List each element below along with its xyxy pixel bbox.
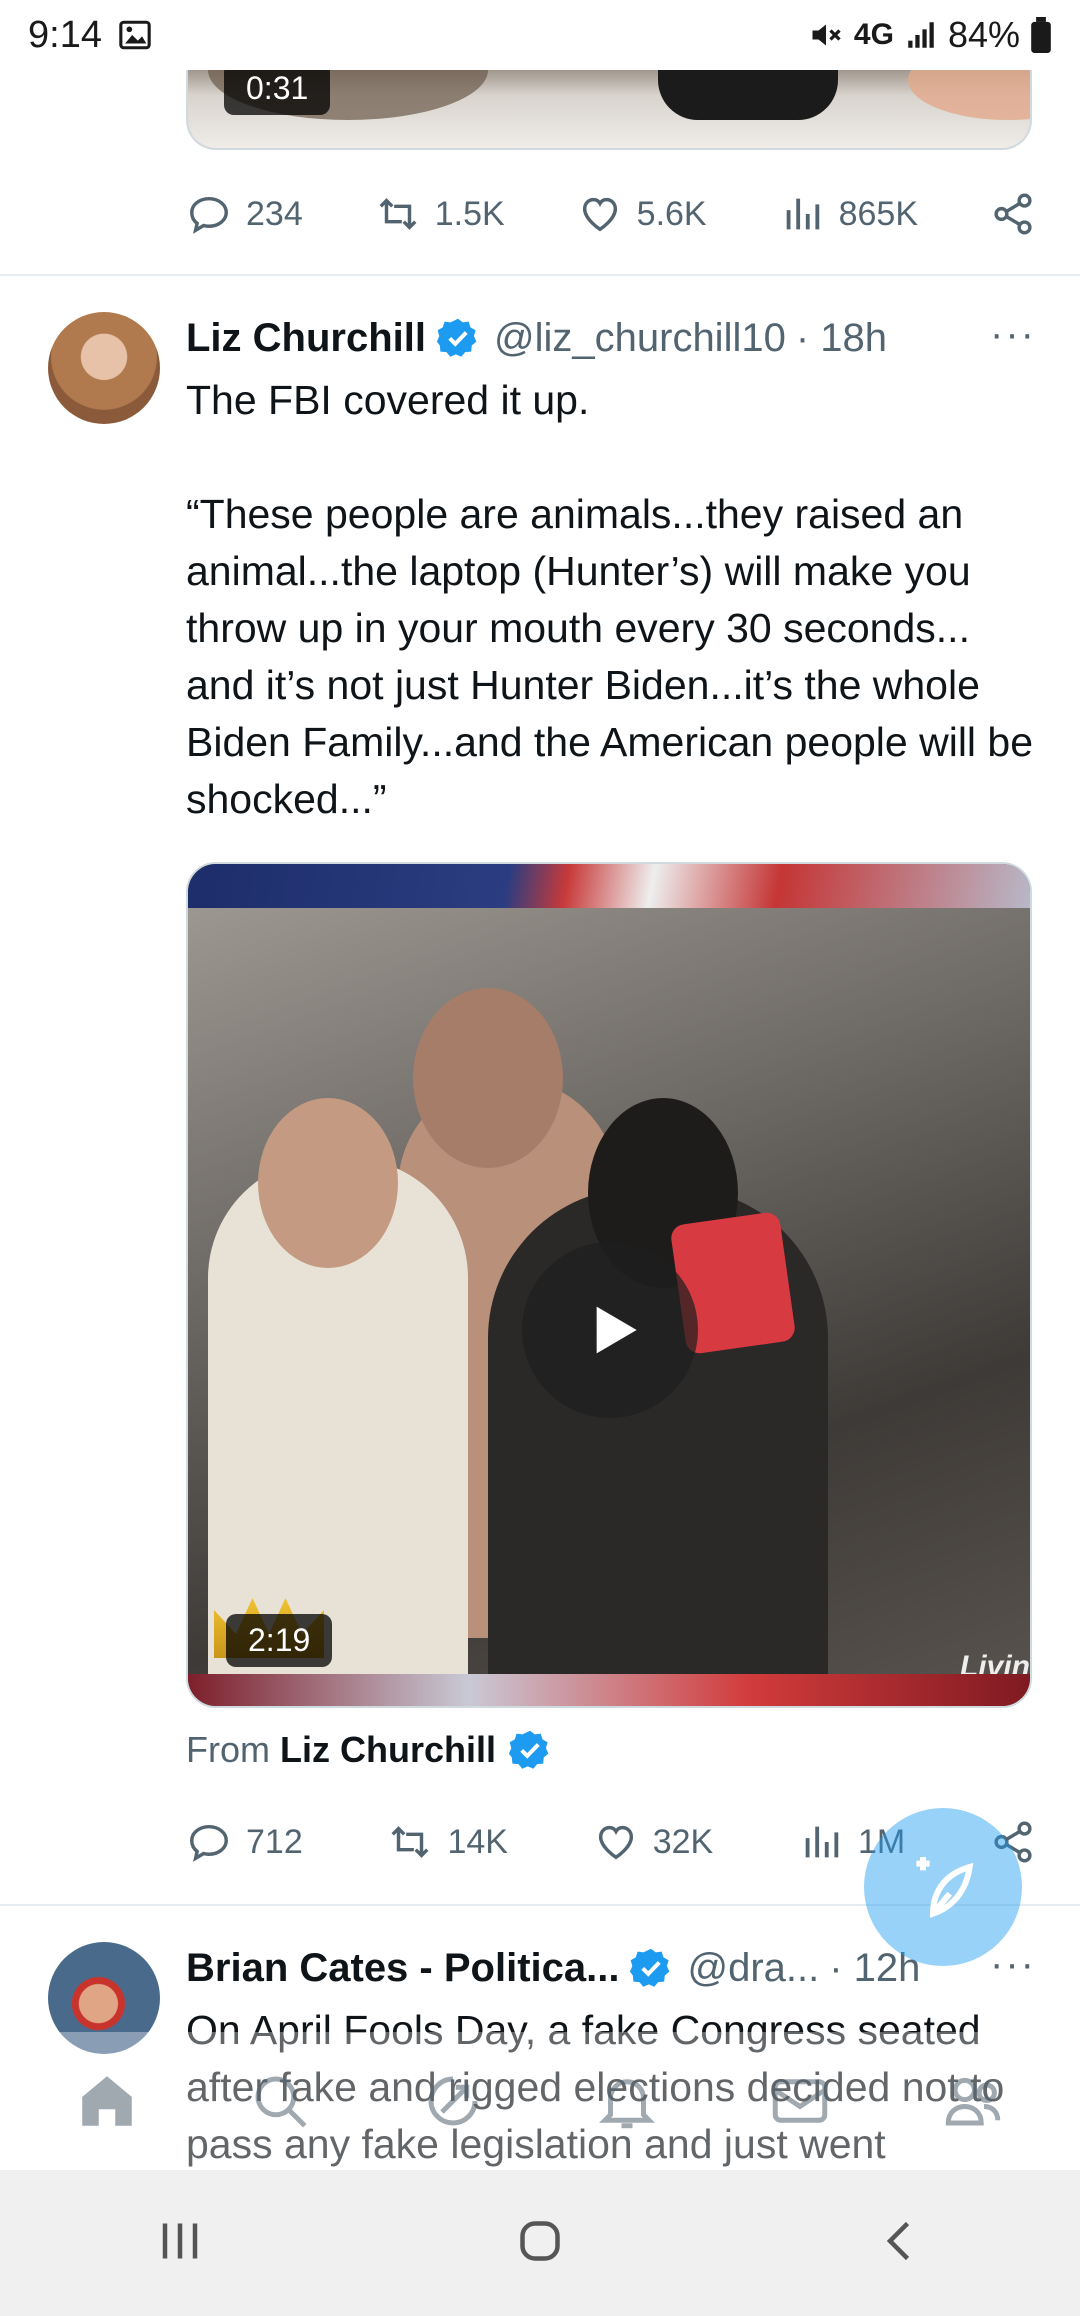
views-icon	[786, 198, 819, 230]
previous-tweet-video[interactable]: 0:31	[186, 60, 1032, 150]
heart-icon	[582, 197, 617, 232]
verified-badge-icon	[508, 1730, 549, 1769]
recents-icon	[162, 2223, 198, 2258]
tab-search[interactable]	[240, 2061, 320, 2141]
flag-banner-bottom	[188, 1674, 1030, 1706]
like-button[interactable]: 32K	[593, 1819, 714, 1865]
like-count: 5.6K	[636, 194, 707, 233]
gallery-notification-icon	[119, 20, 151, 50]
spaces-icon	[428, 2076, 478, 2126]
more-options-button[interactable]: ···	[990, 1942, 1036, 1987]
tab-home[interactable]	[67, 2061, 147, 2141]
from-author[interactable]: Liz Churchill	[280, 1729, 496, 1771]
author-name[interactable]: Brian Cates - Politica...	[186, 1946, 619, 1991]
retweet-count: 14K	[447, 1822, 508, 1861]
tweet-header: Liz Churchill @liz_churchill10 · 18h ···	[186, 308, 1036, 368]
tweet-video[interactable]: Livin 2:19	[186, 862, 1032, 1708]
tab-messages[interactable]	[760, 2061, 840, 2141]
status-bar: 9:14 4G 84%	[0, 0, 1080, 70]
bottom-tab-bar	[0, 2032, 1080, 2170]
messages-icon	[772, 2079, 828, 2123]
status-time: 9:14	[28, 13, 102, 56]
home-icon	[81, 2076, 132, 2126]
home-nav-button[interactable]	[510, 2211, 570, 2276]
play-button[interactable]	[522, 1242, 698, 1418]
share-button[interactable]	[990, 191, 1036, 237]
previous-tweet-actions: 234 1.5K 5.6K 865K	[186, 182, 1036, 246]
tweet-text-line1: The FBI covered it up.	[186, 377, 590, 423]
like-count: 32K	[652, 1822, 714, 1861]
play-icon	[596, 1306, 637, 1354]
retweet-icon	[379, 198, 417, 230]
author-handle[interactable]: @dra...	[687, 1946, 819, 1991]
system-nav-bar	[0, 2170, 1080, 2316]
avatar[interactable]	[48, 312, 160, 424]
retweet-icon	[392, 1826, 429, 1858]
views-button[interactable]: 865K	[779, 191, 918, 237]
retweet-count: 1.5K	[434, 194, 505, 233]
retweet-button[interactable]: 14K	[387, 1819, 508, 1865]
tab-notifications[interactable]	[587, 2061, 667, 2141]
retweet-button[interactable]: 1.5K	[375, 191, 505, 237]
notifications-icon	[598, 2079, 655, 2129]
tweet-time: · 18h	[795, 315, 888, 360]
from-label: From	[186, 1729, 270, 1770]
compose-icon	[916, 1857, 974, 1918]
battery-icon	[1031, 17, 1051, 53]
video-source: From Liz Churchill	[186, 1728, 566, 1772]
screen: 9:14 4G 84% 0:31 234 1.5K 5.6K 865K Liz …	[0, 0, 1080, 2316]
home-circle-icon	[520, 2220, 560, 2261]
signal-icon	[908, 22, 934, 48]
tweet-text-quote: “These people are animals...they raised …	[186, 491, 1034, 822]
compose-button[interactable]	[864, 1808, 1022, 1966]
tab-spaces[interactable]	[413, 2061, 493, 2141]
tab-communities[interactable]	[933, 2061, 1013, 2141]
search-icon	[255, 2076, 307, 2128]
reply-button[interactable]: 234	[186, 191, 303, 237]
communities-icon	[946, 2077, 1001, 2126]
reply-button[interactable]: 712	[186, 1819, 303, 1865]
views-count: 865K	[838, 194, 918, 233]
network-type: 4G	[853, 18, 894, 51]
reply-icon	[190, 1824, 228, 1862]
battery-level: 84%	[947, 14, 1020, 55]
heart-icon	[598, 1825, 633, 1860]
share-icon	[994, 193, 1032, 235]
tweet-divider	[0, 274, 1080, 276]
reply-icon	[190, 196, 228, 234]
video-frame: Livin	[188, 908, 1030, 1706]
mute-icon	[812, 24, 841, 46]
author-handle[interactable]: @liz_churchill10	[494, 316, 786, 361]
author-name[interactable]: Liz Churchill	[186, 316, 426, 361]
views-icon	[805, 1826, 839, 1858]
like-button[interactable]: 5.6K	[577, 191, 707, 237]
verified-badge-icon	[436, 318, 477, 357]
flag-banner	[188, 864, 1030, 908]
back-button[interactable]	[870, 2211, 930, 2276]
reply-count: 234	[246, 194, 303, 233]
recents-button[interactable]	[150, 2211, 210, 2276]
verified-badge-icon	[630, 1948, 670, 1987]
more-options-button[interactable]: ···	[990, 312, 1036, 357]
reply-count: 712	[246, 1822, 303, 1861]
video-duration-badge: 2:19	[226, 1614, 333, 1667]
back-icon	[886, 2221, 910, 2260]
